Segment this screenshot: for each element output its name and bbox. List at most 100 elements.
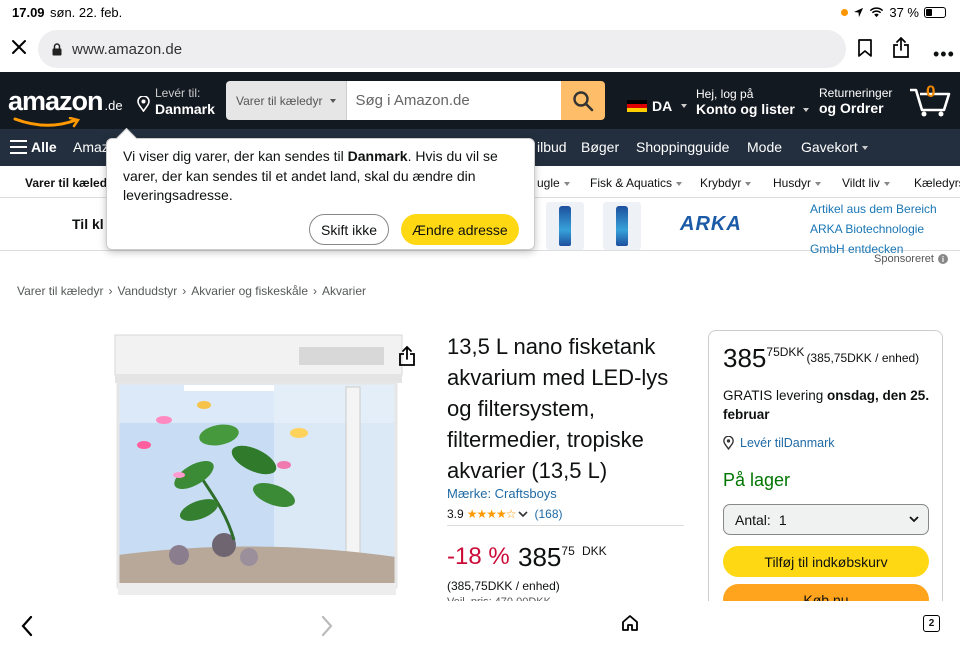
brand-link[interactable]: Mærke: Craftsboys [447,486,557,501]
rating-summary[interactable]: 3.9 ★★★★☆ (168) [447,507,563,521]
category-wildlife-label: Vildt liv [842,176,880,190]
popover-message: Vi viser dig varer, der kan sendes til D… [123,147,503,206]
deliver-line2: Danmark [155,101,215,117]
search-button[interactable] [561,81,605,120]
buybox-price-whole: 385 [723,343,767,373]
chevron-down-icon [909,516,919,523]
account-lists[interactable]: Hej, log på Konto og lister [696,87,809,117]
breadcrumb-separator: › [313,284,317,298]
dont-change-button[interactable]: Skift ikke [309,214,390,245]
returns-orders[interactable]: Returneringer og Ordrer [819,86,892,116]
search-input[interactable]: Søg i Amazon.de [347,81,561,120]
buybox-unit-price: (385,75DKK / enhed) [806,351,920,365]
search-bar: Varer til kæledyr Søg i Amazon.de [226,81,605,120]
nav-item-shopping-guide[interactable]: Shoppingguide [636,139,729,155]
sponsored-label[interactable]: Sponsoreret i [874,253,948,265]
cart-button[interactable]: 0 [908,82,952,118]
status-date: søn. 22. feb. [50,5,123,20]
logo-suffix: .de [104,98,123,113]
account-line1: Hej, log på [696,87,754,101]
url-text: www.amazon.de [72,40,183,58]
product-bottle-image[interactable] [546,202,584,250]
promo-line: Artikel aus dem Bereich [810,202,937,216]
category-small-pets-label: Husdyr [773,176,812,190]
category-fish-label: Fisk & Aquatics [590,176,673,190]
nav-all[interactable]: Alle [31,139,57,155]
category-reptiles-label: Krybdyr [700,176,742,190]
search-icon [573,90,594,111]
buybox-price-fraction: 75 [766,345,780,359]
close-icon[interactable] [9,37,29,57]
breadcrumb-item[interactable]: Akvarier [322,284,366,298]
share-icon[interactable] [892,37,910,59]
price-whole: 385 [518,542,562,572]
nav-item-giftcards[interactable]: Gavekort [801,139,868,155]
lock-icon [52,42,62,55]
quantity-value: 1 [778,511,787,528]
quantity-select[interactable]: Antal: 1 [723,504,929,535]
chevron-down-icon [330,98,337,103]
breadcrumb-item[interactable]: Akvarier og fiskeskåle [191,284,308,298]
search-placeholder: Søg i Amazon.de [355,92,470,109]
category-reptiles[interactable]: Krybdyr [700,176,752,190]
breadcrumb-item[interactable]: Vandudstyr [117,284,177,298]
info-icon: i [937,254,948,264]
product-title: 13,5 L nano fisketank akvarium med LED-l… [447,334,669,483]
search-department-select[interactable]: Varer til kæledyr [226,81,348,120]
account-line2: Konto og lister [696,101,809,117]
breadcrumb-separator: › [108,284,113,298]
share-product-icon[interactable] [397,345,417,367]
home-icon[interactable] [621,614,639,632]
category-small-pets[interactable]: Husdyr [773,176,822,190]
category-fish[interactable]: Fisk & Aquatics [590,176,683,190]
category-birds[interactable]: ugle [537,176,570,190]
deliver-line1: Levér til: [155,86,201,100]
bookmark-icon[interactable] [857,39,873,57]
banner-promo-text[interactable]: Artikel aus dem Bereich ARKA Biotechnolo… [810,199,937,259]
rating-count[interactable]: (168) [534,507,562,521]
forward-arrow-icon[interactable] [320,615,334,637]
product-bottle-image[interactable] [603,202,641,250]
category-pets[interactable]: Varer til kæled [25,176,107,190]
nav-item-deals[interactable]: ilbud [537,139,567,155]
chevron-down-icon [883,181,890,186]
battery-percent: 37 % [889,5,919,20]
battery-icon [924,7,946,18]
tabs-button[interactable]: 2 [923,615,940,632]
deliver-to-link[interactable]: Levér tilDanmark [723,436,834,450]
amazon-logo[interactable]: amazon .de [8,86,123,128]
nav-item-books[interactable]: Bøger [581,139,619,155]
nav-item-fashion[interactable]: Mode [747,139,782,155]
location-popover: Vi viser dig varer, der kan sendes til D… [106,138,535,250]
search-dept-label: Varer til kæledyr [236,93,323,108]
star-rating-icon: ★★★★☆ [466,507,517,521]
back-arrow-icon[interactable] [20,615,34,637]
chevron-down-icon [681,104,688,108]
breadcrumb: Varer til kæledyr › Vandudstyr › Akvarier og… [17,284,366,298]
category-pets-more[interactable]: Kæledyrs [914,176,960,190]
mic-indicator-icon [841,9,849,16]
status-time: 17.09 [12,5,45,20]
discount-percent: -18 % [447,543,510,570]
browser-toolbar: www.amazon.de ••• [0,26,960,72]
delivery-info: GRATIS levering onsdag, den 25. februar [723,386,933,424]
add-to-cart-button[interactable]: Tilføj til indkøbskurv [723,546,929,577]
buybox-price-currency: DKK [779,345,805,359]
lang-label: DA [652,98,673,114]
language-selector[interactable]: DA [627,98,688,114]
nav-item-amazon[interactable]: Amaz [73,139,109,155]
change-address-button[interactable]: Ændre adresse [401,214,519,245]
popover-text-pre: Vi viser dig varer, der kan sendes til [123,148,348,164]
breadcrumb-separator: › [182,284,187,298]
banner-title: Til kl [72,216,104,232]
url-bar[interactable]: www.amazon.de [38,30,846,68]
price-fraction: 75 [561,544,575,558]
category-wildlife[interactable]: Vildt liv [842,176,890,190]
hamburger-menu-icon[interactable] [10,140,27,154]
product-image[interactable] [84,325,424,601]
logo-text: amazon [8,86,104,116]
breadcrumb-item[interactable]: Varer til kæledyr [17,284,103,298]
promo-line: ARKA Biotechnologie [810,222,925,236]
more-menu-icon[interactable]: ••• [933,44,955,65]
account-line2-text: Konto og lister [696,101,795,117]
